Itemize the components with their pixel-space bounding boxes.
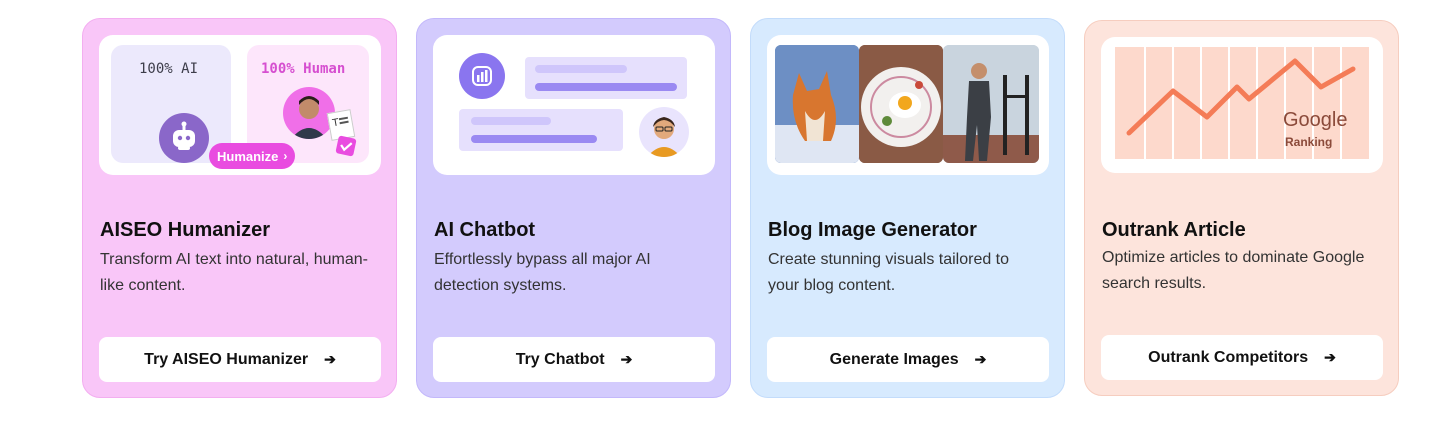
fitness-image [943,45,1039,163]
card-description: Transform AI text into natural, human-li… [100,251,368,294]
button-label: Try Chatbot [515,350,605,368]
ranking-caption: Ranking [1285,135,1333,149]
user-message-bubble [459,109,623,151]
humanize-pill-label: Humanize [217,148,279,164]
try-aiseo-humanizer-button[interactable]: Try AISEO Humanizer ➔ [99,337,381,382]
card-title: AI Chatbot [434,219,536,241]
bot-message-bubble [525,57,687,99]
card-description: Create stunning visuals tailored to your… [768,251,1010,294]
human-label: 100% Human [261,61,346,77]
try-chatbot-button[interactable]: Try Chatbot ➔ [433,337,715,382]
user-avatar [639,107,689,157]
button-label: Try AISEO Humanizer [144,350,309,368]
fox-image [775,45,859,163]
arrow-right-icon: ➔ [324,351,336,367]
card-description: Optimize articles to dominate Google sea… [1102,249,1365,292]
card-blog-image-generator: Blog Image Generator Create stunning vis… [750,18,1065,398]
google-brand: Google [1283,109,1348,131]
card-title: Blog Image Generator [768,219,977,241]
check-icon [335,135,357,157]
chatbot-illustration [433,35,715,175]
generate-images-button[interactable]: Generate Images ➔ [767,337,1049,382]
button-label: Generate Images [829,350,959,368]
card-title: AISEO Humanizer [100,219,271,241]
card-ai-chatbot: AI Chatbot Effortlessly bypass all major… [416,18,731,398]
button-label: Outrank Competitors [1148,348,1309,366]
card-title: Outrank Article [1102,219,1246,241]
humanize-pill: Humanize › [209,143,296,169]
arrow-right-icon: ➔ [1324,349,1336,365]
arrow-right-icon: ➔ [974,351,987,367]
robot-icon [159,113,209,163]
humanizer-illustration: 100% AI 100% Human T Humanize › [99,35,381,175]
card-description: Effortlessly bypass all major AI detecti… [434,251,651,294]
ai-label: 100% AI [139,61,199,77]
ranking-illustration: Google Ranking [1101,37,1383,173]
chat-logo-icon [459,53,505,99]
ranking-chart: Google Ranking [1115,47,1369,159]
arrow-right-icon: ➔ [620,351,633,367]
image-collage [767,35,1049,175]
card-outrank-article: Google Ranking Outrank Article Optimize … [1084,20,1399,396]
card-aiseo-humanizer: 100% AI 100% Human T Humanize › AISEO Hu… [82,18,397,398]
food-image [859,45,943,163]
outrank-competitors-button[interactable]: Outrank Competitors ➔ [1101,335,1383,380]
chevron-right-icon: › [283,149,288,163]
